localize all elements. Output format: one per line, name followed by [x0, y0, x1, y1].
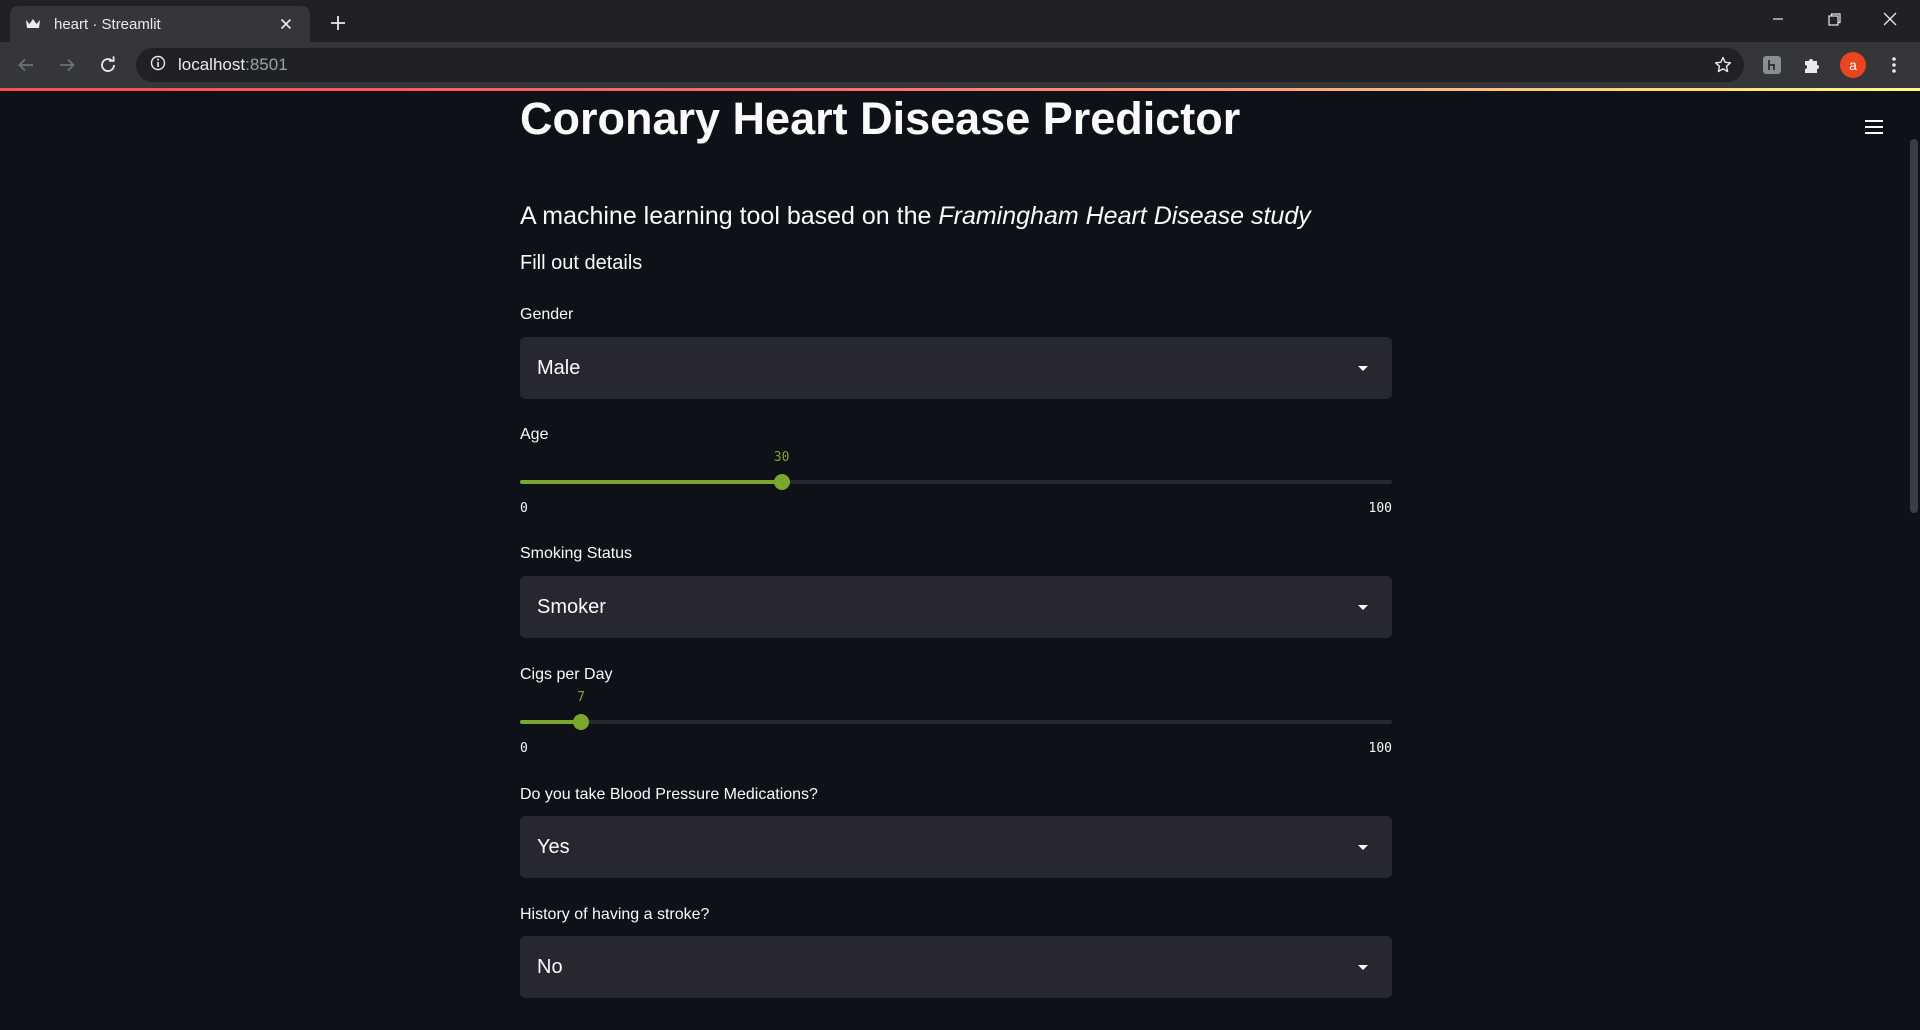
cigs-label: Cigs per Day: [520, 666, 613, 683]
browser-tab[interactable]: heart · Streamlit: [10, 6, 310, 42]
bp-meds-label: Do you take Blood Pressure Medications?: [520, 786, 818, 803]
slider-value: 30: [773, 450, 790, 465]
restore-icon[interactable]: [1806, 0, 1862, 38]
close-icon[interactable]: [276, 14, 296, 34]
page-title: Coronary Heart Disease Predictor: [520, 93, 1241, 144]
subtitle-text: A machine learning tool based on the: [520, 202, 939, 230]
streamlit-crown-icon: [24, 15, 42, 33]
stroke-label: History of having a stroke?: [520, 906, 710, 923]
url-host: localhost: [178, 55, 246, 74]
address-bar[interactable]: localhost:8501: [136, 48, 1744, 82]
site-info-icon[interactable]: [150, 55, 166, 76]
streamlit-app: Coronary Heart Disease Predictor A machi…: [0, 91, 1920, 1030]
gender-label: Gender: [520, 306, 574, 323]
slider-max: 100: [1368, 741, 1392, 756]
bookmark-star-icon[interactable]: [1714, 56, 1732, 79]
page-scrollbar[interactable]: [1910, 139, 1918, 513]
slider-min: 0: [520, 741, 528, 756]
bp-meds-value: Yes: [537, 835, 570, 858]
puzzle-icon[interactable]: [1798, 51, 1826, 79]
forward-arrow-icon[interactable]: [51, 49, 83, 81]
age-slider[interactable]: 30 0 100: [520, 446, 1392, 516]
browser-tabstrip: heart · Streamlit: [0, 0, 1920, 42]
slider-fill: [520, 720, 582, 724]
cigs-slider[interactable]: 7 0 100: [520, 686, 1392, 756]
gender-value: Male: [537, 356, 581, 379]
page-subtitle: A machine learning tool based on the Fra…: [520, 202, 1311, 231]
instruction-text: Fill out details: [520, 252, 643, 274]
chrome-menu-icon[interactable]: [1880, 51, 1908, 79]
chevron-down-icon: [1358, 365, 1368, 371]
slider-thumb[interactable]: [573, 714, 590, 730]
new-tab-button[interactable]: [324, 9, 352, 37]
slider-value: 7: [577, 690, 585, 705]
reload-icon[interactable]: [92, 49, 124, 81]
slider-min: 0: [520, 501, 528, 516]
gender-select[interactable]: Male: [520, 337, 1392, 399]
slider-max: 100: [1368, 501, 1392, 516]
smoking-select[interactable]: Smoker: [520, 576, 1392, 638]
back-arrow-icon[interactable]: [10, 49, 42, 81]
window-close-icon[interactable]: [1862, 0, 1918, 38]
slider-thumb[interactable]: [773, 474, 790, 490]
chevron-down-icon: [1358, 844, 1368, 850]
profile-avatar[interactable]: a: [1840, 52, 1866, 78]
slider-track[interactable]: [520, 720, 1392, 724]
url-port: :8501: [245, 55, 288, 74]
browser-toolbar: localhost:8501: [0, 42, 1920, 88]
chevron-down-icon: [1358, 604, 1368, 610]
bp-meds-select[interactable]: Yes: [520, 816, 1392, 878]
tab-title: heart · Streamlit: [54, 15, 161, 33]
smoking-label: Smoking Status: [520, 545, 633, 562]
age-label: Age: [520, 426, 549, 443]
hamburger-menu-icon[interactable]: [1860, 113, 1888, 141]
chevron-down-icon: [1358, 964, 1368, 970]
smoking-value: Smoker: [537, 595, 606, 618]
stroke-value: No: [537, 955, 563, 978]
subtitle-emphasis: Framingham Heart Disease study: [938, 202, 1311, 230]
minimize-icon[interactable]: [1750, 0, 1806, 38]
extension-icon[interactable]: [1758, 51, 1786, 79]
slider-fill: [520, 480, 782, 484]
stroke-select[interactable]: No: [520, 936, 1392, 998]
